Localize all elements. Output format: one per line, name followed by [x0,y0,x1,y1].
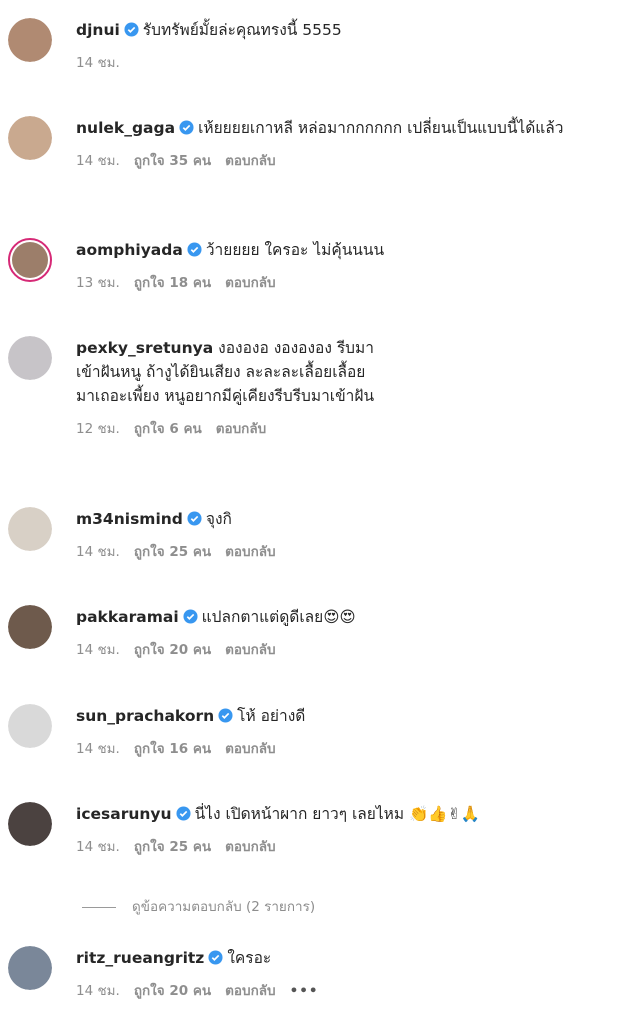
comment-meta: 14 ชม. ถูกใจ 16 คน ตอบกลับ [76,739,606,759]
avatar[interactable] [8,18,52,62]
comment-likes[interactable]: ถูกใจ 20 คน [134,642,211,658]
more-options-icon[interactable]: ••• [290,983,319,999]
comment-username[interactable]: aomphiyada [76,241,183,259]
comment-likes[interactable]: ถูกใจ 18 คน [134,275,211,291]
view-replies-label: ดูข้อความตอบกลับ (2 รายการ) [132,899,316,915]
comment-likes[interactable]: ถูกใจ 25 คน [134,544,211,560]
reply-button[interactable]: ตอบกลับ [225,544,275,560]
avatar[interactable] [8,802,52,846]
comment-time: 14 ชม. [76,983,120,999]
comment-meta: 14 ชม. ถูกใจ 35 คน ตอบกลับ [76,151,606,171]
verified-badge-icon [218,708,233,723]
comment-meta: 14 ชม. [76,53,606,73]
comment-text: แปลกตาแต่ดูดีเลย😍😍 [201,608,356,626]
comment-time: 14 ชม. [76,839,120,855]
comment-text: เห้ยยยยเกาหลี หล่อมากกกกกก เปลี่ยนเป็นแบ… [198,119,564,137]
comment-likes[interactable]: ถูกใจ 16 คน [134,741,211,757]
comment-text: จุงกิ [205,510,232,528]
avatar[interactable] [8,507,52,551]
comment-username[interactable]: ritz_rueangritz [76,949,204,967]
reply-button[interactable]: ตอบกลับ [225,275,275,291]
verified-badge-icon [187,242,202,257]
comment-text: ใครอะ [227,949,272,967]
comment-text: รับทรัพย์มั้ยล่ะคุณทรงนี้ 5555 [142,21,342,39]
view-replies-button[interactable]: ดูข้อความตอบกลับ (2 รายการ) [82,897,315,917]
comment-username[interactable]: nulek_gaga [76,119,175,137]
divider-line [82,906,116,908]
comment-text: โห้ อย่างดี [237,707,306,725]
reply-button[interactable]: ตอบกลับ [225,642,275,658]
verified-badge-icon [187,511,202,526]
comment-meta: 14 ชม. ถูกใจ 20 คน ตอบกลับ ••• [76,981,606,1001]
comment-likes[interactable]: ถูกใจ 6 คน [134,421,202,437]
comment-likes[interactable]: ถูกใจ 20 คน [134,983,211,999]
comment-time: 14 ชม. [76,741,120,757]
comment-username[interactable]: sun_prachakorn [76,707,214,725]
comment-username[interactable]: pakkaramai [76,608,179,626]
comment-time: 14 ชม. [76,642,120,658]
avatar[interactable] [8,116,52,160]
reply-button[interactable]: ตอบกลับ [216,421,266,437]
comment-time: 14 ชม. [76,153,120,169]
comment-time: 12 ชม. [76,421,120,437]
comment-time: 14 ชม. [76,55,120,71]
comment-likes[interactable]: ถูกใจ 35 คน [134,153,211,169]
avatar[interactable] [8,946,52,990]
verified-badge-icon [208,950,223,965]
comment-meta: 14 ชม. ถูกใจ 25 คน ตอบกลับ [76,542,606,562]
comment-likes[interactable]: ถูกใจ 25 คน [134,839,211,855]
reply-button[interactable]: ตอบกลับ [225,741,275,757]
comment-meta: 14 ชม. ถูกใจ 20 คน ตอบกลับ [76,640,606,660]
comment-username[interactable]: m34nismind [76,510,183,528]
avatar[interactable] [8,704,52,748]
comment-username[interactable]: icesarunyu [76,805,172,823]
avatar[interactable] [8,238,52,282]
verified-badge-icon [124,22,139,37]
comment-time: 14 ชม. [76,544,120,560]
comment-text: ว้ายยยย ใครอะ ไม่คุ้นนนน [205,241,385,259]
comment-meta: 13 ชม. ถูกใจ 18 คน ตอบกลับ [76,273,606,293]
comment-username[interactable]: djnui [76,21,120,39]
verified-badge-icon [179,120,194,135]
comment-meta: 12 ชม. ถูกใจ 6 คน ตอบกลับ [76,419,376,439]
verified-badge-icon [183,609,198,624]
verified-badge-icon [176,806,191,821]
avatar[interactable] [8,605,52,649]
comment-time: 13 ชม. [76,275,120,291]
reply-button[interactable]: ตอบกลับ [225,983,275,999]
comment-text: นี่ไง เปิดหน้าผาก ยาวๆ เลยไหม 👏👍✌🙏 [194,805,480,823]
reply-button[interactable]: ตอบกลับ [225,839,275,855]
comment-meta: 14 ชม. ถูกใจ 25 คน ตอบกลับ [76,837,606,857]
reply-button[interactable]: ตอบกลับ [225,153,275,169]
comment-username[interactable]: pexky_sretunya [76,339,213,357]
avatar[interactable] [8,336,52,380]
